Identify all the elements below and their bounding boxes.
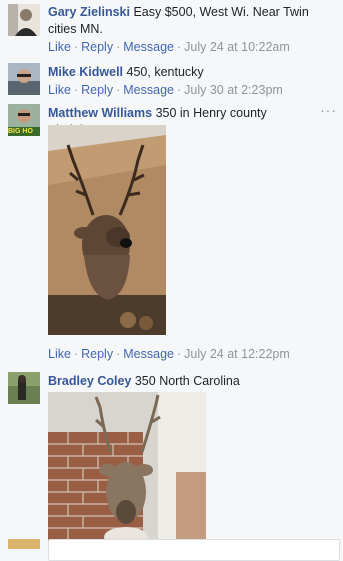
separator: · (176, 40, 182, 54)
message-button[interactable]: Message (123, 83, 174, 97)
comment-author[interactable]: Bradley Coley (48, 374, 131, 388)
separator: · (116, 347, 121, 361)
like-button[interactable]: Like (48, 347, 71, 361)
avatar-badge-text: BIG HO (8, 128, 33, 135)
avatar[interactable] (8, 372, 40, 404)
avatar[interactable]: BIG HO (8, 104, 40, 136)
separator: · (116, 40, 121, 54)
like-button[interactable]: Like (48, 83, 71, 97)
message-button[interactable]: Message (123, 40, 174, 54)
separator: · (73, 347, 79, 361)
separator: · (73, 40, 79, 54)
comment-author[interactable]: Mike Kidwell (48, 65, 123, 79)
comment-actions: Like · Reply · Message · July 24 at 10:22am (48, 39, 309, 56)
like-button[interactable]: Like (48, 40, 71, 54)
reply-button[interactable]: Reply (81, 40, 113, 54)
more-options-icon[interactable]: ··· (320, 103, 337, 117)
reply-button[interactable]: Reply (81, 347, 113, 361)
avatar[interactable] (8, 63, 40, 95)
separator: · (73, 83, 79, 97)
comment-text: 450, kentucky (126, 65, 204, 79)
comment-actions: Like · Reply · Message · July 24 at 12:22pm (48, 346, 309, 363)
comment-photo-deer-mount[interactable] (48, 392, 206, 545)
comment-text: 350 North Carolina (134, 374, 240, 388)
comment-actions: Like · Reply · Message · July 30 at 2:23pm (48, 82, 309, 99)
comment-author[interactable]: Matthew Williams (48, 106, 152, 120)
separator: · (176, 347, 182, 361)
comment-photo-deer-mount[interactable] (48, 125, 166, 335)
message-button[interactable]: Message (123, 347, 174, 361)
comment-timestamp[interactable]: July 30 at 2:23pm (184, 83, 283, 97)
avatar (8, 539, 40, 549)
separator: · (176, 83, 182, 97)
reply-input[interactable] (48, 539, 340, 561)
comment-author[interactable]: Gary Zielinski (48, 5, 130, 19)
avatar[interactable] (8, 4, 40, 36)
comment-timestamp[interactable]: July 24 at 12:22pm (184, 347, 290, 361)
reply-button[interactable]: Reply (81, 83, 113, 97)
separator: · (116, 83, 121, 97)
comment-timestamp[interactable]: July 24 at 10:22am (184, 40, 290, 54)
